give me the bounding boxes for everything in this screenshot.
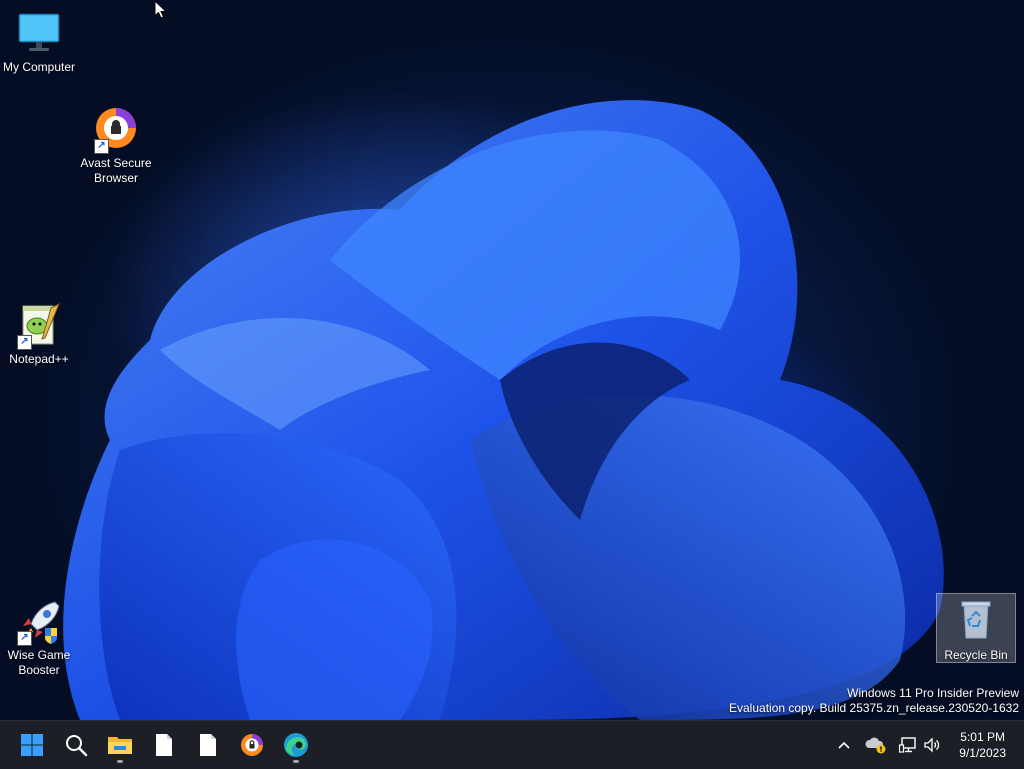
network-button[interactable]: [898, 733, 918, 757]
clock-date: 9/1/2023: [959, 746, 1006, 760]
shortcut-arrow-icon: ↗: [17, 335, 32, 350]
avast-browser-button[interactable]: [232, 725, 272, 765]
document-button-2[interactable]: [188, 725, 228, 765]
edge-button[interactable]: [276, 725, 316, 765]
search-icon: [66, 735, 88, 757]
desktop-icon-label: Avast Secure Browser: [80, 156, 152, 185]
notepad-plus-plus-icon: ↗: [15, 302, 63, 350]
chevron-up-icon: [838, 741, 850, 749]
taskbar: 5:01 PM 9/1/2023: [0, 720, 1024, 769]
desktop-icon-label: Notepad++: [9, 352, 69, 366]
search-button[interactable]: [56, 725, 96, 765]
volume-button[interactable]: [922, 733, 942, 757]
recycle-bin-icon: [952, 598, 1000, 646]
taskbar-clock[interactable]: 5:01 PM 9/1/2023: [959, 729, 1006, 761]
mouse-cursor-icon: [154, 0, 168, 19]
rocket-icon: ↗: [15, 598, 63, 646]
desktop-icon-avast-secure-browser[interactable]: ↗ Avast Secure Browser: [77, 106, 155, 186]
desktop-icon-label: Wise Game Booster: [7, 648, 71, 677]
desktop-icon-label: Recycle Bin: [944, 648, 1008, 662]
edge-icon: [284, 733, 308, 757]
running-indicator: [117, 760, 123, 763]
desktop-icon-wise-game-booster[interactable]: ↗ Wise Game Booster: [0, 598, 78, 678]
monitor-icon: [15, 10, 63, 58]
clock-time: 5:01 PM: [960, 730, 1005, 744]
avast-browser-icon: ↗: [92, 106, 140, 154]
document-icon: [156, 734, 172, 756]
desktop-icon-label: My Computer: [2, 60, 76, 74]
windows-start-icon: [21, 734, 43, 756]
show-hidden-icons-button[interactable]: [834, 733, 854, 757]
document-button[interactable]: [144, 725, 184, 765]
network-icon: [899, 737, 916, 753]
start-button[interactable]: [12, 725, 52, 765]
onedrive-status-button[interactable]: [864, 733, 888, 757]
avast-browser-icon: [241, 734, 263, 756]
file-explorer-icon: [108, 737, 132, 754]
desktop-icon-recycle-bin[interactable]: Recycle Bin: [936, 593, 1016, 663]
watermark-build: Evaluation copy. Build 25375.zn_release.…: [729, 701, 1019, 715]
evaluation-watermark: Windows 11 Pro Insider Preview Evaluatio…: [729, 686, 1019, 716]
file-explorer-button[interactable]: [100, 725, 140, 765]
watermark-edition: Windows 11 Pro Insider Preview: [847, 686, 1019, 700]
volume-icon: [924, 737, 940, 753]
shortcut-arrow-icon: ↗: [94, 139, 109, 154]
shortcut-arrow-icon: ↗: [17, 631, 32, 646]
desktop-icon-notepad-plus-plus[interactable]: ↗ Notepad++: [0, 302, 78, 367]
onedrive-warning-icon: [865, 737, 886, 754]
document-icon: [200, 734, 216, 756]
desktop-icon-my-computer[interactable]: My Computer: [0, 10, 78, 75]
running-indicator: [293, 760, 299, 763]
